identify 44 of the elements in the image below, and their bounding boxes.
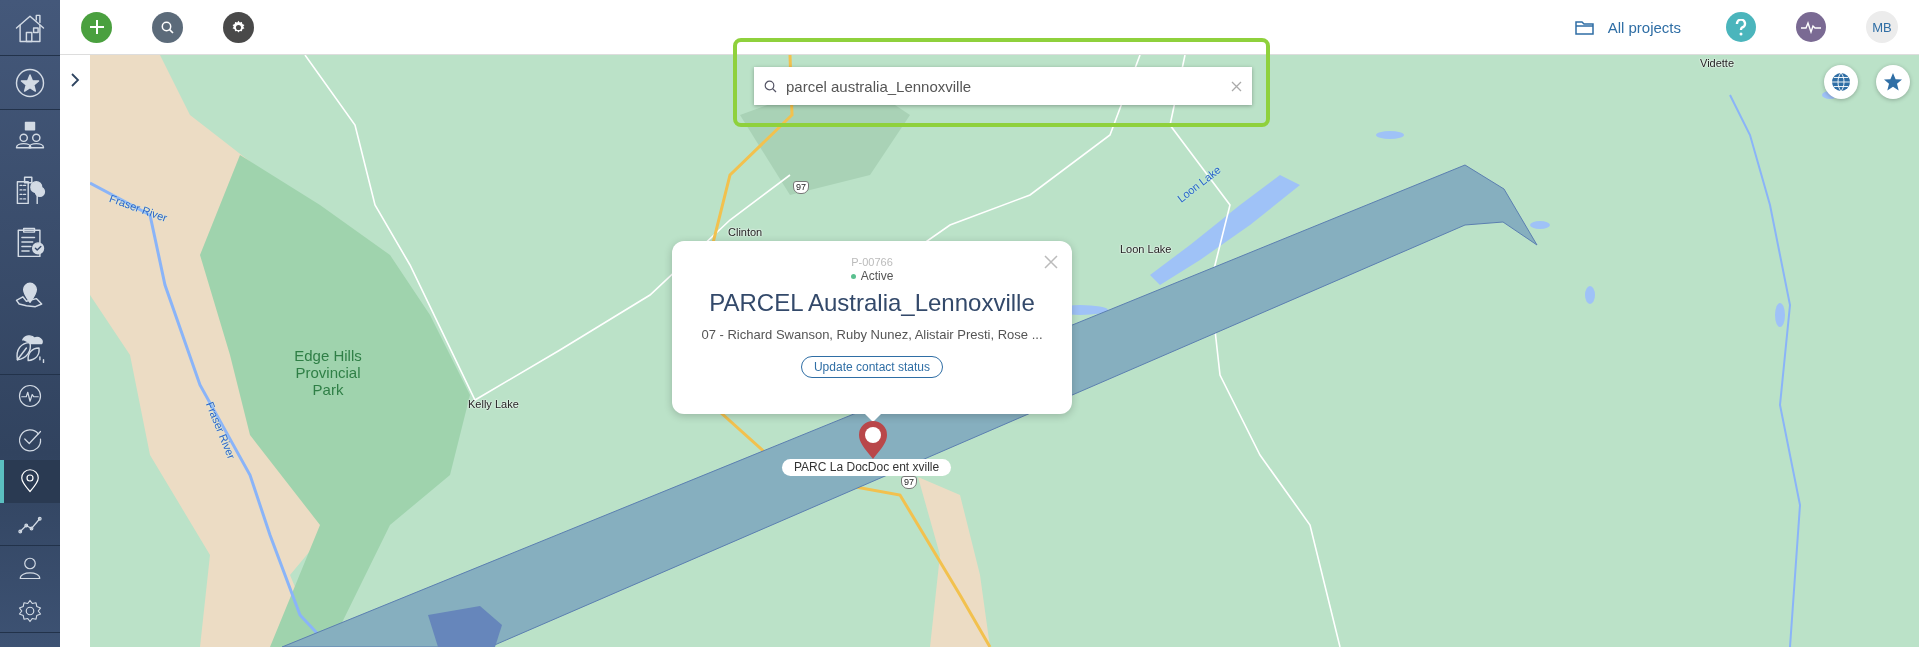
- all-projects-label: All projects: [1607, 18, 1681, 36]
- river-label: Fraser River: [107, 192, 169, 224]
- lake-shape: [1775, 303, 1785, 327]
- chevron-right-icon[interactable]: [70, 73, 80, 87]
- place-label: Loon Lake: [1120, 243, 1172, 255]
- search-icon: [161, 20, 174, 34]
- add-button[interactable]: [81, 11, 112, 43]
- parcel-title: PARCEL Australia_Lennoxville: [709, 289, 1035, 317]
- plus-icon: [89, 20, 104, 34]
- star-icon: [1883, 72, 1903, 92]
- close-icon: [1044, 255, 1058, 269]
- sidebar-item[interactable]: [0, 460, 60, 503]
- place-label: Kelly Lake: [468, 398, 519, 410]
- status-label: Active: [860, 269, 894, 283]
- parcel-code: P-00766: [851, 256, 893, 269]
- river-label: Fraser River: [203, 400, 238, 461]
- favorites-button[interactable]: [1876, 65, 1910, 99]
- highway-shield: 97: [901, 476, 917, 489]
- highway-shield: 97: [793, 181, 809, 194]
- park-label: Edge Hills Provincial Park: [293, 347, 363, 398]
- lake-shape: [1376, 131, 1404, 139]
- contacts-text: 07 - Richard Swanson, Ruby Nunez, Alistair Presti, Rose ...: [701, 327, 1043, 342]
- lake-shape: [1530, 221, 1550, 229]
- activity-button[interactable]: [1796, 12, 1826, 42]
- pulse-icon: [1801, 20, 1821, 34]
- search-button[interactable]: [152, 11, 183, 43]
- question-mark-icon: [1735, 18, 1747, 36]
- folder-icon: [1574, 19, 1594, 35]
- place-label: Clinton: [728, 226, 763, 238]
- globe-icon: [1831, 72, 1851, 92]
- all-projects-link[interactable]: All projects: [1574, 14, 1681, 40]
- marker-label: PARC La DocDoc ent xville: [782, 459, 952, 476]
- status-dot: [850, 273, 856, 279]
- map-pin-icon[interactable]: [858, 420, 888, 460]
- search-field[interactable]: parcel australia_Lennoxville: [754, 67, 1252, 105]
- globe-button[interactable]: [1824, 65, 1858, 99]
- lake-shape: [1585, 286, 1595, 304]
- place-label: Vidette: [1700, 57, 1735, 69]
- search-input: parcel australia_Lennoxville: [786, 77, 1222, 95]
- update-contact-status-button[interactable]: Update contact status: [800, 356, 944, 378]
- settings-icon: [230, 18, 247, 36]
- search-icon: [764, 79, 777, 93]
- user-avatar[interactable]: MB: [1866, 11, 1898, 43]
- settings-button[interactable]: [223, 11, 254, 43]
